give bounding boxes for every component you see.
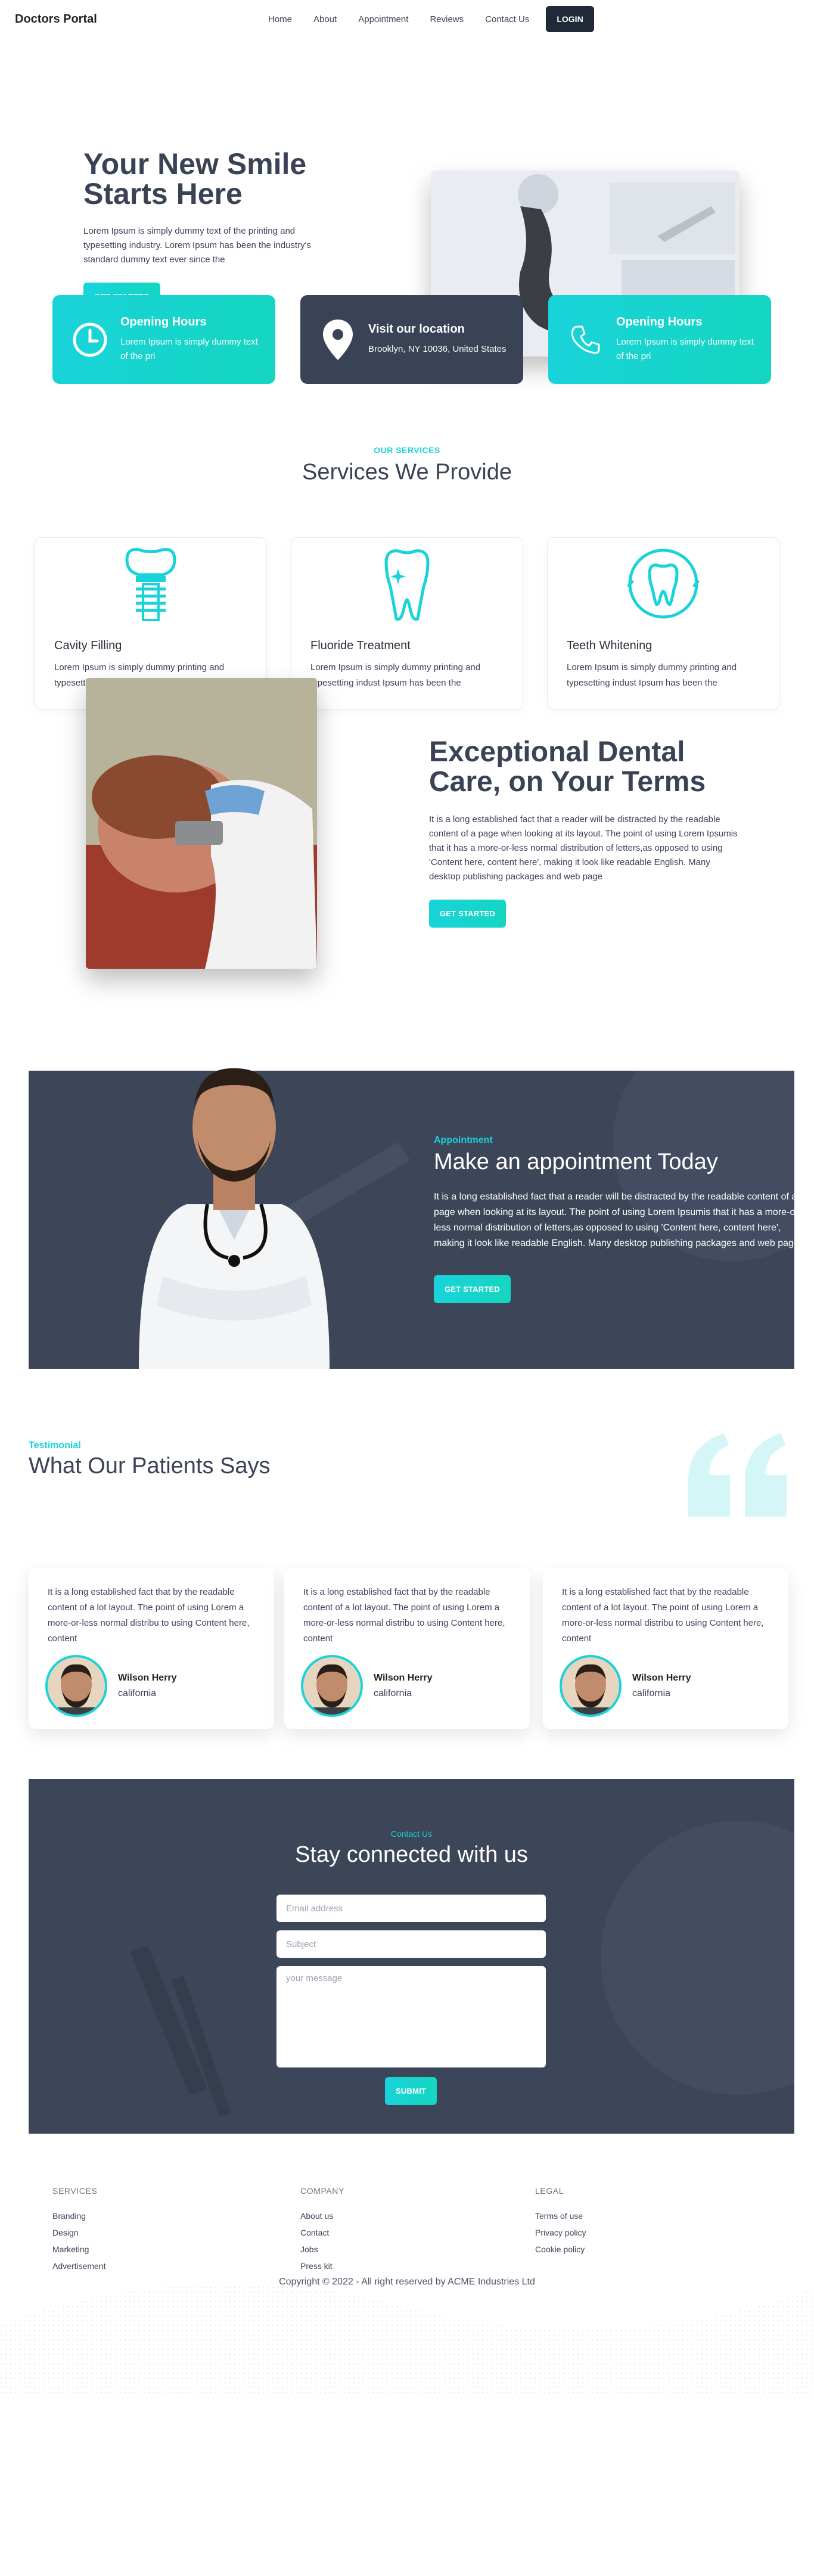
contact-title: Stay connected with us: [295, 1842, 528, 1867]
exceptional-care-section: Exceptional Dental Care, on Your Terms I…: [0, 637, 814, 1034]
testimonial-location: california: [118, 1688, 157, 1698]
testimonial-person: Wilson Herry california: [560, 1655, 691, 1717]
contact-panel: Contact Us Stay connected with us SUBMIT: [29, 1779, 794, 2134]
info-card-hours: Opening Hours Lorem Ipsum is simply dumm…: [52, 295, 275, 384]
testimonials-kicker: Testimonial: [29, 1440, 81, 1450]
nav-link-contact[interactable]: Contact Us: [474, 14, 540, 24]
testimonial-name: Wilson Herry: [374, 1673, 433, 1683]
avatar: [301, 1655, 363, 1717]
exceptional-get-started-button[interactable]: GET STARTED: [429, 900, 506, 928]
info-card-title: Opening Hours: [616, 315, 703, 328]
phone-icon: [565, 319, 607, 361]
email-field[interactable]: [276, 1895, 546, 1922]
footer-link[interactable]: Terms of use: [535, 2208, 586, 2224]
avatar: [560, 1655, 622, 1717]
testimonial-location: california: [374, 1688, 412, 1698]
nav-link-about[interactable]: About: [303, 14, 347, 24]
info-card-text: Lorem Ipsum is simply dummy text of the …: [120, 337, 258, 361]
testimonial-name: Wilson Herry: [118, 1673, 177, 1683]
footer-link[interactable]: Press kit: [300, 2258, 344, 2274]
quote-icon: [682, 1427, 796, 1523]
info-card-text: Lorem Ipsum is simply dummy text of the …: [616, 337, 754, 361]
contact-header: Contact Us Stay connected with us: [29, 1829, 794, 1868]
dental-implant-icon: [35, 545, 266, 622]
footer-link[interactable]: Marketing: [52, 2241, 105, 2258]
testimonial-location: california: [632, 1688, 671, 1698]
exceptional-text: Exceptional Dental Care, on Your Terms I…: [429, 737, 739, 928]
contact-section: Contact Us Stay connected with us SUBMIT: [0, 1773, 814, 2163]
testimonial-person: Wilson Herry california: [301, 1655, 433, 1717]
testimonial-card: It is a long established fact that by th…: [29, 1568, 274, 1729]
info-card-contact: Opening Hours Lorem Ipsum is simply dumm…: [548, 295, 771, 384]
brand-logo[interactable]: Doctors Portal: [15, 13, 97, 26]
appointment-section: Appointment Make an appointment Today It…: [0, 1034, 814, 1415]
login-button[interactable]: LOGIN: [546, 6, 594, 32]
info-card-title: Opening Hours: [120, 315, 207, 328]
info-cards: Opening Hours Lorem Ipsum is simply dumm…: [0, 204, 814, 390]
appointment-kicker: Appointment: [434, 1135, 493, 1145]
testimonial-name: Wilson Herry: [632, 1673, 691, 1683]
testimonial-person: Wilson Herry california: [45, 1655, 177, 1717]
hero-title: Your New Smile Starts Here: [83, 147, 307, 210]
info-card-title: Visit our location: [368, 323, 465, 336]
testimonial-card: It is a long established fact that by th…: [284, 1568, 530, 1729]
footer-dots-pattern: [0, 2283, 814, 2396]
footer-column-legal: LEGAL Terms of use Privacy policy Cookie…: [535, 2186, 586, 2258]
clock-icon: [69, 319, 111, 361]
navbar: Doctors Portal Home About Appointment Re…: [0, 0, 814, 38]
footer-link[interactable]: Privacy policy: [535, 2224, 586, 2241]
appointment-banner: Appointment Make an appointment Today It…: [29, 1068, 801, 1369]
nav-link-reviews[interactable]: Reviews: [419, 14, 474, 24]
appointment-get-started-button[interactable]: GET STARTED: [434, 1275, 511, 1303]
info-card-text: Brooklyn, NY 10036, United States: [368, 344, 507, 354]
testimonials-title: What Our Patients Says: [29, 1453, 271, 1478]
doctor-image: [115, 1025, 353, 1369]
contact-kicker: Contact Us: [390, 1829, 433, 1839]
footer-column-company: COMPANY About us Contact Jobs Press kit: [300, 2186, 344, 2274]
message-field[interactable]: [276, 1966, 546, 2067]
testimonial-text: It is a long established fact that by th…: [303, 1587, 505, 1644]
testimonial-text: It is a long established fact that by th…: [48, 1587, 250, 1644]
nav-links: Home About Appointment Reviews Contact U…: [257, 6, 594, 32]
footer-link[interactable]: Contact: [300, 2224, 344, 2241]
subject-field[interactable]: [276, 1930, 546, 1958]
footer-heading: COMPANY: [300, 2186, 344, 2196]
submit-button[interactable]: SUBMIT: [385, 2077, 437, 2105]
nav-link-appointment[interactable]: Appointment: [347, 14, 419, 24]
footer-link[interactable]: About us: [300, 2208, 344, 2224]
nav-link-home[interactable]: Home: [257, 14, 303, 24]
footer-column-services: SERVICES Branding Design Marketing Adver…: [52, 2186, 105, 2274]
services-header: OUR SERVICES Services We Provide: [0, 445, 814, 485]
testimonials-section: Testimonial What Our Patients Says It is…: [0, 1415, 814, 1773]
footer-link[interactable]: Jobs: [300, 2241, 344, 2258]
footer-heading: SERVICES: [52, 2186, 98, 2196]
exceptional-title: Exceptional Dental Care, on Your Terms: [429, 736, 706, 798]
footer-link[interactable]: Cookie policy: [535, 2241, 586, 2258]
exceptional-description: It is a long established fact that a rea…: [429, 814, 738, 882]
tooth-whitening-icon: [548, 545, 779, 622]
appointment-title: Make an appointment Today: [434, 1149, 718, 1174]
footer: SERVICES Branding Design Marketing Adver…: [0, 2163, 814, 2400]
services-kicker: OUR SERVICES: [374, 445, 440, 455]
location-pin-icon: [317, 319, 359, 361]
footer-heading: LEGAL: [535, 2186, 564, 2196]
footer-link[interactable]: Advertisement: [52, 2258, 105, 2274]
patient-treatment-image: [86, 678, 317, 969]
footer-link[interactable]: Branding: [52, 2208, 105, 2224]
testimonial-text: It is a long established fact that by th…: [562, 1587, 764, 1644]
footer-link[interactable]: Design: [52, 2224, 105, 2241]
avatar: [45, 1655, 107, 1717]
sparkling-tooth-icon: [291, 545, 523, 622]
info-card-location: Visit our location Brooklyn, NY 10036, U…: [300, 295, 523, 384]
testimonial-card: It is a long established fact that by th…: [543, 1568, 788, 1729]
appointment-text: Appointment Make an appointment Today It…: [434, 1135, 803, 1303]
copyright-text: Copyright © 2022 - All right reserved by…: [279, 2277, 535, 2287]
services-title: Services We Provide: [302, 460, 512, 485]
appointment-description: It is a long established fact that a rea…: [434, 1192, 801, 1248]
